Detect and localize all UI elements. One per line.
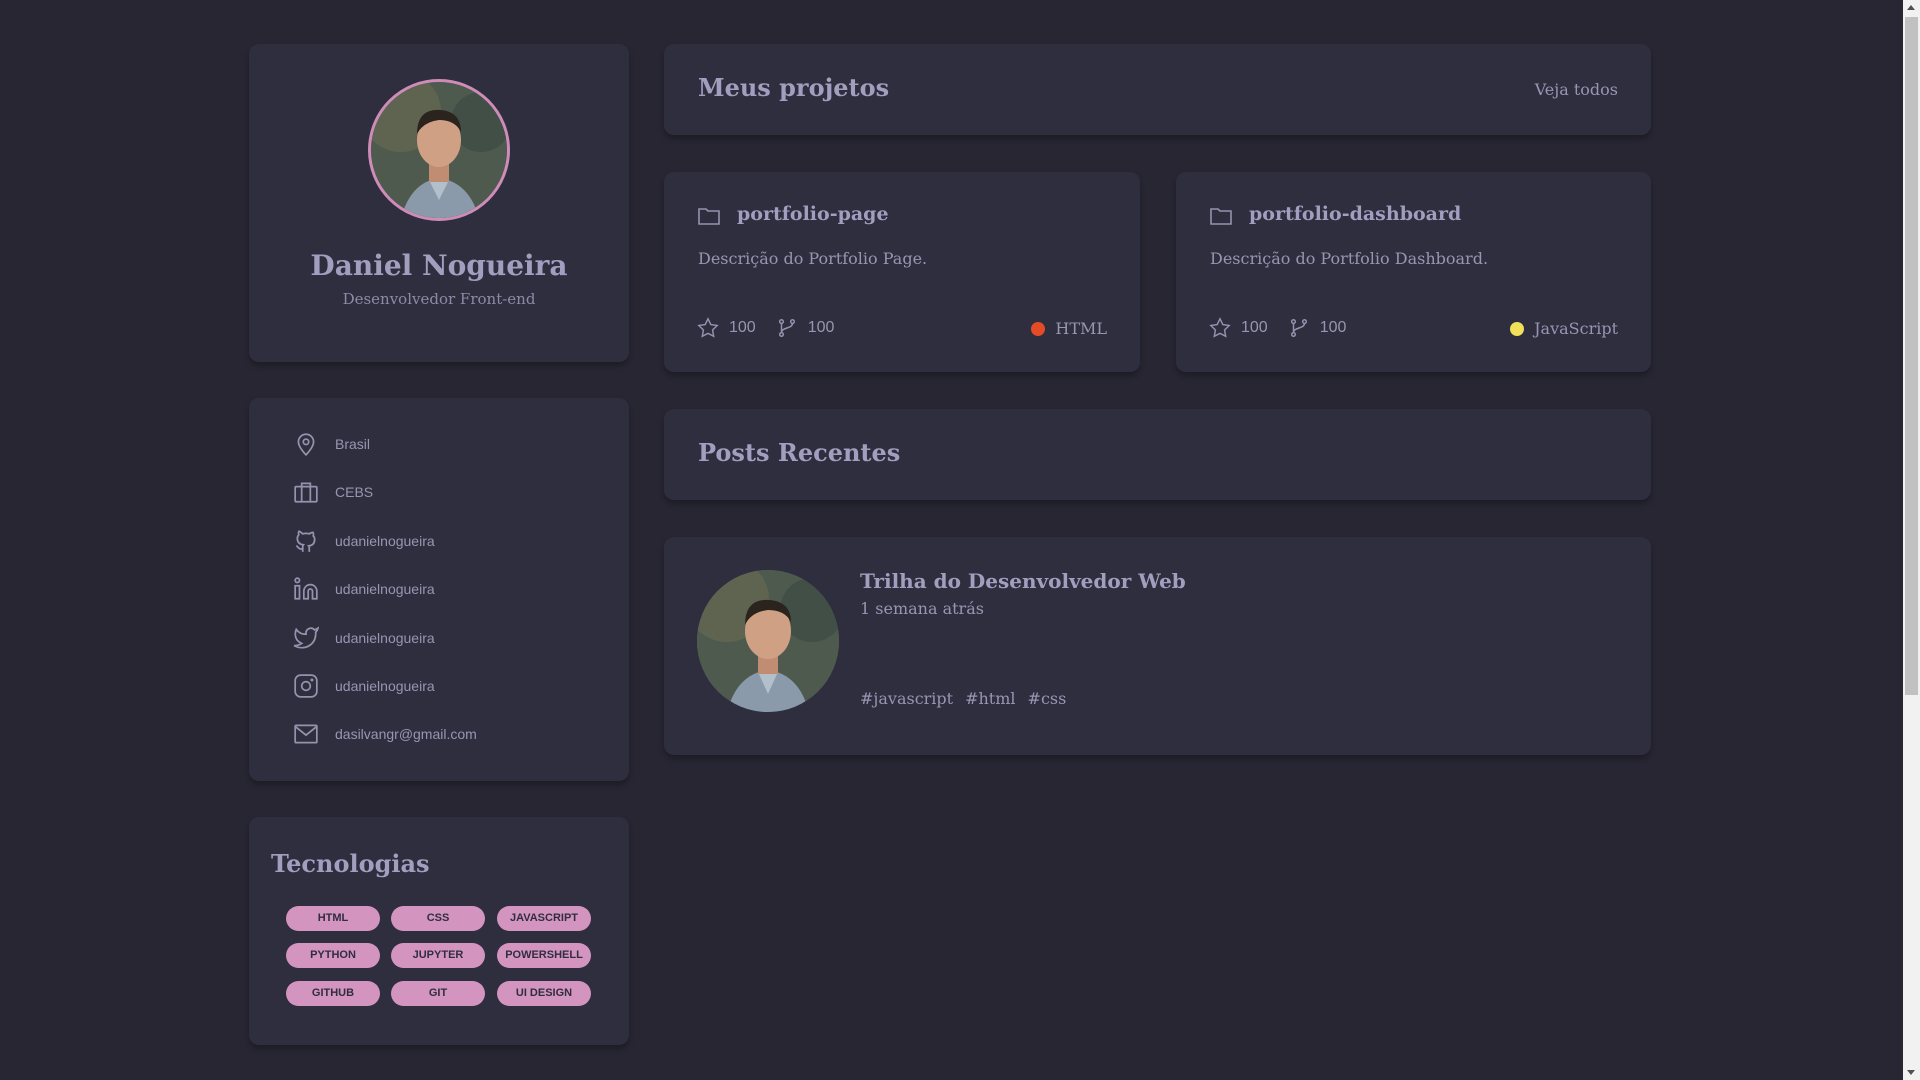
info-item-company: CEBS: [293, 478, 373, 506]
info-item-github[interactable]: udanielnogueira: [293, 527, 435, 555]
project-stars: 100: [1241, 319, 1268, 336]
profile-card: Daniel Nogueira Desenvolvedor Front-end: [249, 44, 629, 362]
linkedin-icon: [294, 577, 318, 600]
instagram-icon: [294, 674, 318, 698]
see-all-link[interactable]: Veja todos: [1535, 80, 1618, 99]
post-image: [697, 570, 839, 712]
info-item-email[interactable]: dasilvangr@gmail.com: [293, 720, 477, 748]
post-time: 1 semana atrás: [860, 599, 984, 618]
tech-tag: JAVASCRIPT: [497, 906, 591, 931]
info-item-instagram[interactable]: udanielnogueira: [293, 672, 435, 700]
mail-icon: [294, 724, 318, 744]
info-item-linkedin[interactable]: udanielnogueira: [293, 575, 435, 603]
info-item-twitter[interactable]: udanielnogueira: [293, 624, 435, 652]
language-dot-icon: [1510, 321, 1525, 336]
project-name[interactable]: portfolio-dashboard: [1249, 203, 1461, 225]
tech-tag: GIT: [391, 981, 485, 1006]
scrollbar[interactable]: [1903, 0, 1920, 1080]
github-icon: [295, 530, 316, 552]
tech-tag: PYTHON: [286, 943, 380, 968]
tech-tag: UI DESIGN: [497, 981, 591, 1006]
fork-icon: [778, 319, 795, 337]
tech-tag: GITHUB: [286, 981, 380, 1006]
star-icon: [1209, 317, 1231, 338]
project-card[interactable]: portfolio-dashboard Descrição do Portfol…: [1176, 172, 1651, 372]
project-language-label: JavaScript: [1534, 319, 1618, 338]
project-stars: 100: [729, 319, 756, 336]
post-tag[interactable]: #html: [965, 689, 1015, 708]
technologies-card: Tecnologias HTML CSS JAVASCRIPT PYTHON J…: [249, 817, 629, 1045]
project-language: HTML: [1031, 319, 1107, 338]
post-tag[interactable]: #css: [1028, 689, 1067, 708]
projects-title: Meus projetos: [698, 73, 890, 102]
project-forks: 100: [1319, 319, 1347, 336]
project-card[interactable]: portfolio-page Descrição do Portfolio Pa…: [664, 172, 1140, 372]
post-tags: #javascript #html #css: [860, 689, 1066, 708]
project-description: Descrição do Portfolio Page.: [698, 249, 928, 268]
folder-icon: [698, 208, 720, 225]
post-card[interactable]: Trilha do Desenvolvedor Web 1 semana atr…: [664, 537, 1651, 755]
twitter-icon: [293, 626, 319, 649]
profile-name: Daniel Nogueira: [310, 249, 568, 282]
info-location-label: Brasil: [335, 436, 371, 452]
profile-role: Desenvolvedor Front-end: [342, 290, 536, 308]
info-email-link[interactable]: dasilvangr@gmail.com: [335, 726, 477, 742]
tech-tag: CSS: [391, 906, 485, 931]
language-dot-icon: [1031, 321, 1046, 336]
star-icon: [697, 317, 719, 338]
post-title[interactable]: Trilha do Desenvolvedor Web: [860, 569, 1186, 593]
tech-tag: POWERSHELL: [497, 943, 591, 968]
info-github-link[interactable]: udanielnogueira: [335, 533, 435, 549]
scroll-down-arrow-icon[interactable]: [1907, 1070, 1915, 1075]
scrollbar-thumb[interactable]: [1905, 17, 1918, 695]
posts-header: Posts Recentes: [664, 409, 1651, 500]
info-instagram-link[interactable]: udanielnogueira: [335, 678, 435, 694]
project-name[interactable]: portfolio-page: [737, 203, 889, 225]
briefcase-icon: [294, 482, 318, 503]
tech-tag: JUPYTER: [391, 943, 485, 968]
scroll-up-arrow-icon[interactable]: [1907, 5, 1915, 10]
project-description: Descrição do Portfolio Dashboard.: [1210, 249, 1489, 268]
avatar: [368, 79, 510, 221]
projects-header: Meus projetos Veja todos: [664, 44, 1651, 135]
project-stats: 100 100: [697, 317, 854, 339]
project-stats: 100 100: [1209, 317, 1366, 339]
project-language: JavaScript: [1510, 319, 1618, 338]
info-card: Brasil CEBS udanielnogueira udanielnogue…: [249, 398, 629, 781]
info-linkedin-link[interactable]: udanielnogueira: [335, 581, 435, 597]
location-pin-icon: [297, 433, 315, 457]
fork-icon: [1290, 319, 1307, 337]
technologies-title: Tecnologias: [271, 849, 430, 878]
tech-tag: HTML: [286, 906, 380, 931]
info-company-label: CEBS: [335, 484, 374, 500]
info-item-location: Brasil: [293, 430, 370, 458]
folder-icon: [1210, 208, 1232, 225]
project-language-label: HTML: [1055, 319, 1107, 338]
project-forks: 100: [807, 319, 835, 336]
info-twitter-link[interactable]: udanielnogueira: [335, 630, 435, 646]
posts-title: Posts Recentes: [698, 438, 901, 467]
post-tag[interactable]: #javascript: [860, 689, 953, 708]
